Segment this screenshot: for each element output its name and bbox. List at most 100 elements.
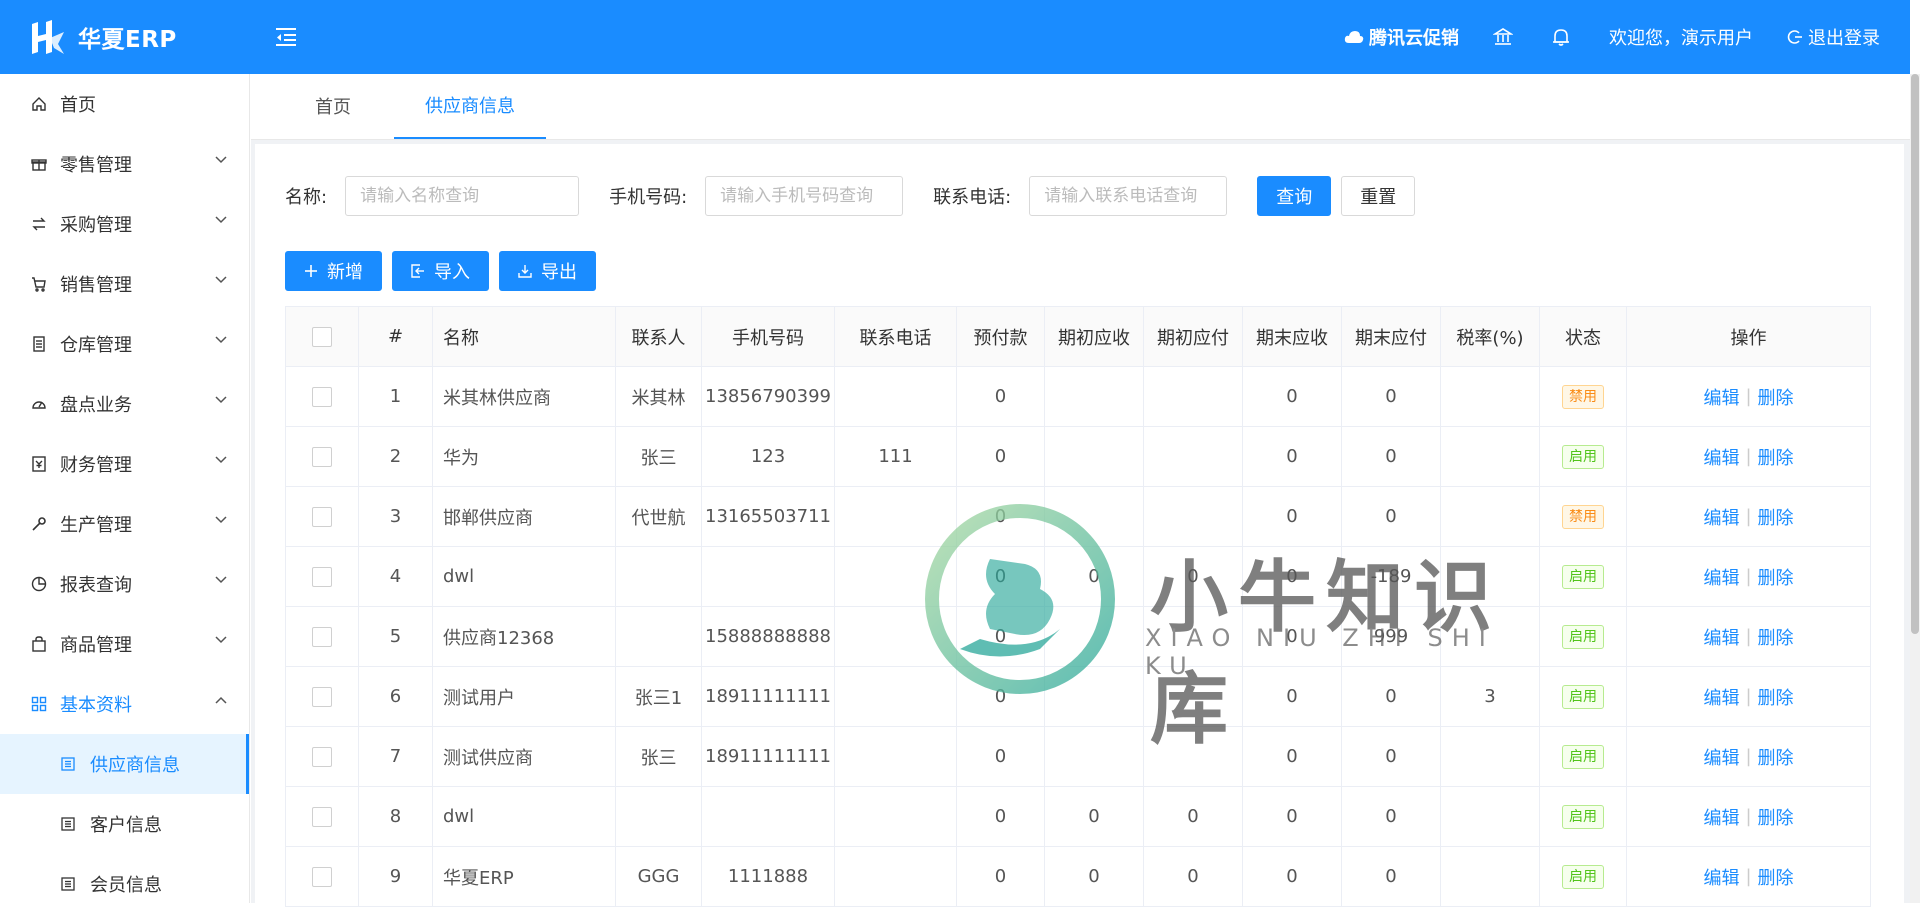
name-label: 名称: [285,187,328,208]
cell-actions: 编辑 | 删除 [1627,427,1870,486]
pie-chart-icon [30,575,48,593]
logout-button[interactable]: 退出登录 [1787,24,1880,50]
sidebar-subitem-customer[interactable]: 客户信息 [0,794,249,854]
query-button[interactable]: 查询 [1257,176,1332,216]
sidebar-item-products[interactable]: 商品管理 [0,614,249,674]
delete-link[interactable]: 删除 [1758,804,1794,830]
phone-search-input[interactable] [705,176,904,216]
add-button[interactable]: 新增 [285,251,382,291]
sidebar-item-home[interactable]: 首页 [0,74,249,134]
row-checkbox[interactable] [312,686,332,707]
bell-icon[interactable] [1552,27,1575,47]
sidebar-item-label: 仓库管理 [60,335,132,356]
welcome-user[interactable]: 欢迎您，演示用户 [1609,24,1753,50]
select-all-checkbox[interactable] [312,326,332,347]
status-badge: 禁用 [1562,504,1604,529]
row-checkbox[interactable] [312,806,332,827]
cell-end-pay: 999 [1342,607,1441,666]
shopping-icon [30,635,48,653]
row-checkbox[interactable] [312,386,332,407]
sidebar-item-warehouse[interactable]: 仓库管理 [0,314,249,374]
sidebar-item-inventory[interactable]: 盘点业务 [0,374,249,434]
edit-link[interactable]: 编辑 [1703,744,1739,770]
action-divider: | [1745,566,1752,587]
row-checkbox[interactable] [312,506,332,527]
cell-begin-recv: 0 [1045,547,1144,606]
row-select-cell [286,667,359,726]
cell-name: 华夏ERP [433,847,616,906]
edit-link[interactable]: 编辑 [1703,864,1739,890]
select-all-cell [286,307,359,366]
cell-end-recv: 0 [1243,427,1342,486]
cell-contact [616,787,702,846]
sidebar-item-production[interactable]: 生产管理 [0,494,249,554]
cell-prepay: 0 [957,547,1045,606]
action-divider: | [1745,746,1752,767]
cell-begin-recv: 0 [1045,847,1144,906]
cell-begin-pay: 0 [1144,547,1243,606]
row-select-cell [286,487,359,546]
sidebar-subitem-member[interactable]: 会员信息 [0,854,249,903]
delete-link[interactable]: 删除 [1758,864,1794,890]
edit-link[interactable]: 编辑 [1703,504,1739,530]
delete-link[interactable]: 删除 [1758,564,1794,590]
delete-link[interactable]: 删除 [1758,744,1794,770]
edit-link[interactable]: 编辑 [1703,624,1739,650]
cell-idx: 9 [359,847,433,906]
cell-begin-pay [1144,367,1243,426]
promo-link[interactable]: 腾讯云促销 [1344,24,1459,50]
plus-icon [305,265,317,277]
tel-search-input[interactable] [1029,176,1228,216]
sidebar-item-basic-data[interactable]: 基本资料 [0,674,249,734]
logo-icon [28,18,66,56]
sidebar-item-finance[interactable]: 财务管理 [0,434,249,494]
row-checkbox[interactable] [312,566,332,587]
cell-prepay: 0 [957,847,1045,906]
edit-link[interactable]: 编辑 [1703,804,1739,830]
edit-link[interactable]: 编辑 [1703,384,1739,410]
chevron-down-icon [215,516,227,524]
delete-link[interactable]: 删除 [1758,444,1794,470]
status-badge: 启用 [1562,564,1604,589]
scrollbar-thumb[interactable] [1911,74,1919,634]
supplier-table: # 名称 联系人 手机号码 联系电话 预付款 期初应收 期初应付 期末应收 期末… [285,306,1871,907]
sidebar-item-retail[interactable]: 零售管理 [0,134,249,194]
name-search-input[interactable] [345,176,580,216]
cell-idx: 6 [359,667,433,726]
table-body: 1 米其林供应商 米其林 13856790399 0 0 0 禁用 编辑 | 删除 2 华为 张三 123 1… [286,367,1870,907]
row-checkbox[interactable] [312,866,332,887]
tab-supplier-info[interactable]: 供应商信息 [394,73,546,139]
sidebar-item-purchase[interactable]: 采购管理 [0,194,249,254]
page-scrollbar[interactable] [1910,74,1920,903]
edit-link[interactable]: 编辑 [1703,564,1739,590]
export-button[interactable]: 导出 [499,251,596,291]
sidebar-subitem-supplier[interactable]: 供应商信息 [0,734,249,794]
bank-icon[interactable] [1493,27,1518,47]
delete-link[interactable]: 删除 [1758,624,1794,650]
row-checkbox[interactable] [312,626,332,647]
table-row: 3 邯郸供应商 代世航 13165503711 0 0 0 禁用 编辑 | 删除 [286,487,1870,547]
cell-idx: 3 [359,487,433,546]
cell-name: dwl [433,787,616,846]
import-label: 导入 [434,262,470,283]
cell-end-recv: 0 [1243,607,1342,666]
cloud-icon [1344,31,1364,43]
sidebar-item-reports[interactable]: 报表查询 [0,554,249,614]
edit-link[interactable]: 编辑 [1703,684,1739,710]
sidebar-item-sales[interactable]: 销售管理 [0,254,249,314]
cell-idx: 7 [359,727,433,786]
action-divider: | [1745,386,1752,407]
row-checkbox[interactable] [312,446,332,467]
reset-button[interactable]: 重置 [1341,176,1416,216]
tab-home[interactable]: 首页 [284,73,382,139]
delete-link[interactable]: 删除 [1758,384,1794,410]
edit-link[interactable]: 编辑 [1703,444,1739,470]
col-header: 预付款 [957,307,1045,366]
delete-link[interactable]: 删除 [1758,684,1794,710]
cell-begin-recv [1045,487,1144,546]
row-checkbox[interactable] [312,746,332,767]
import-button[interactable]: 导入 [392,251,489,291]
delete-link[interactable]: 删除 [1758,504,1794,530]
menu-fold-icon[interactable] [272,25,300,49]
cell-end-pay: 0 [1342,427,1441,486]
